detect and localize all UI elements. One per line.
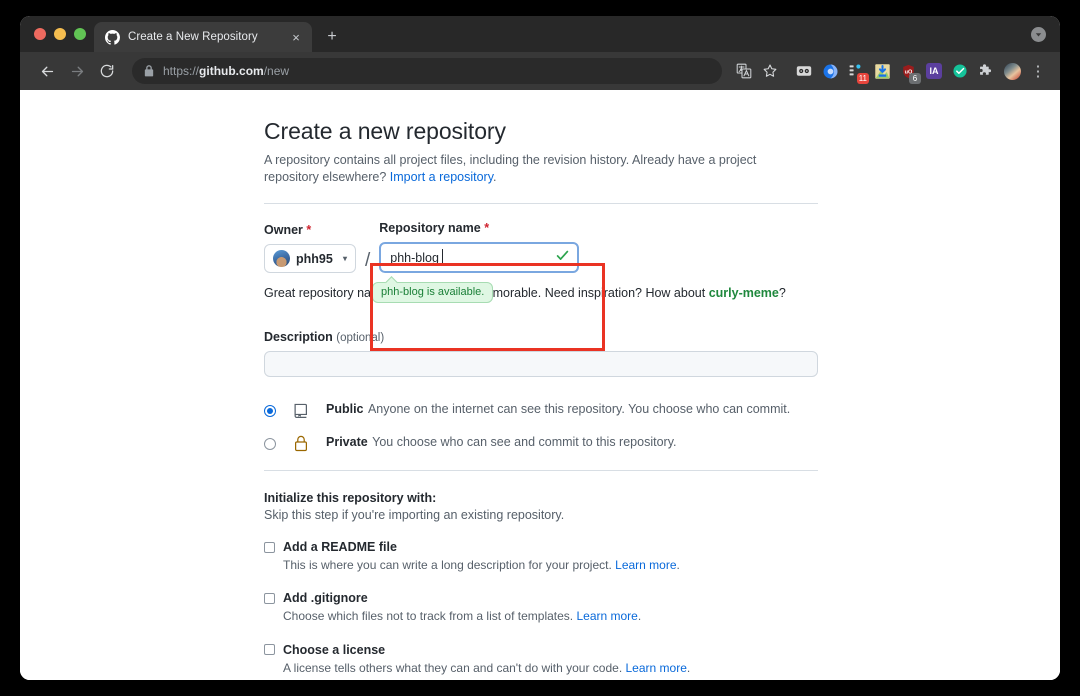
back-icon[interactable] [34,58,60,84]
repository-name-input[interactable] [379,242,579,273]
chevron-down-icon: ▾ [343,255,347,263]
divider-visibility [264,470,818,471]
learn-more-link[interactable]: Learn more [615,558,676,572]
initialize-heading: Initialize this repository with: [264,491,818,505]
maximize-window-button[interactable] [74,28,86,40]
radio-private[interactable] [264,438,276,450]
repository-name-field: Repository name * [379,221,818,273]
owner-repo-separator: / [356,251,379,273]
visibility-name: Private [326,435,368,449]
init-option-description: A license tells others what they can and… [283,660,818,676]
visibility-description: Anyone on the internet can see this repo… [368,402,790,416]
github-new-repo-page: Create a new repository A repository con… [20,90,1060,680]
optional-marker: (optional) [336,332,384,344]
owner-field: Owner * phh95 ▾ [264,223,356,273]
initialize-subheading: Skip this step if you're importing an ex… [264,508,818,522]
init-option-label: Add a README file [283,540,397,554]
avatar [273,250,290,267]
checkbox-license[interactable] [264,644,275,655]
repository-name-hint: Great repository names are short and mem… [264,286,818,300]
bookmark-star-icon[interactable] [758,59,782,83]
minimize-window-button[interactable] [54,28,66,40]
init-option-label: Choose a license [283,643,385,657]
profile-avatar-icon[interactable] [1000,59,1024,83]
init-option-readme[interactable]: Add a README file This is where you can … [264,540,818,573]
tab-strip: Create a New Repository × + [20,16,1060,52]
visibility-description: You choose who can see and commit to thi… [372,435,676,449]
form-container: Create a new repository A repository con… [264,118,818,680]
description-label: Description (optional) [264,330,818,344]
description-field: Description (optional) [264,330,818,377]
new-tab-button[interactable]: + [318,23,346,51]
availability-tooltip: phh-blog is available. [372,282,493,303]
extension-grammarly-icon[interactable] [948,59,972,83]
page-viewport: Create a new repository A repository con… [20,90,1060,680]
extensions-puzzle-icon[interactable] [974,59,998,83]
repo-book-icon [290,402,312,419]
init-option-license[interactable]: Choose a license A license tells others … [264,643,818,676]
browser-tab[interactable]: Create a New Repository × [94,22,312,52]
owner-name: phh95 [296,252,333,266]
init-option-label: Add .gitignore [283,591,368,605]
github-icon [105,30,120,45]
required-marker: * [484,221,489,235]
visibility-option-public[interactable]: Public Anyone on the internet can see th… [264,400,818,419]
repository-name-input-wrap [379,242,579,273]
window-traffic-lights [30,16,94,52]
initialize-section: Initialize this repository with: Skip th… [264,491,818,676]
browser-window: Create a New Repository × + [20,16,1060,680]
learn-more-link[interactable]: Learn more [576,609,637,623]
init-option-description: Choose which files not to track from a l… [283,608,818,624]
tab-title: Create a New Repository [128,31,280,43]
extension-badge-count: 6 [909,73,921,84]
ia-badge-label: IA [926,63,942,79]
learn-more-link[interactable]: Learn more [626,661,687,675]
owner-select[interactable]: phh95 ▾ [264,244,356,273]
address-bar[interactable]: https://github.com/new [132,58,722,84]
extension-tasks-icon[interactable]: 11 [844,59,868,83]
init-option-gitignore[interactable]: Add .gitignore Choose which files not to… [264,591,818,624]
checkbox-readme[interactable] [264,542,275,553]
toolbar-icons: 11 uO 6 IA [732,59,1050,83]
reload-icon[interactable] [94,58,120,84]
lock-icon [144,65,154,77]
forward-icon[interactable] [64,58,90,84]
visibility-option-private[interactable]: Private You choose who can see and commi… [264,433,818,452]
radio-public[interactable] [264,405,276,417]
page-title: Create a new repository [264,118,818,145]
text-cursor [442,249,443,265]
browser-toolbar: https://github.com/new [20,52,1060,90]
checkbox-gitignore[interactable] [264,593,275,604]
translate-icon[interactable] [732,59,756,83]
lock-closed-icon [290,435,312,452]
init-option-description: This is where you can write a long descr… [283,557,818,573]
required-marker: * [306,223,311,237]
extension-globe-icon[interactable] [818,59,842,83]
url-text: https://github.com/new [163,64,289,78]
extension-ublock-icon[interactable]: uO 6 [896,59,920,83]
extension-badge-count: 11 [857,73,869,84]
hint-text-part3: ? [779,286,786,300]
divider-top [264,203,818,204]
visibility-name: Public [326,402,364,416]
owner-repo-row: Owner * phh95 ▾ / Repository name * [264,221,818,273]
collapse-chevron-icon[interactable] [1031,27,1046,42]
suggested-name-link[interactable]: curly-meme [709,286,779,300]
close-icon[interactable]: × [288,29,304,45]
check-icon [555,248,570,268]
extension-download-icon[interactable] [870,59,894,83]
page-subtitle: A repository contains all project files,… [264,152,780,185]
hint-text-part2: orable. Need inspiration? How about [503,286,709,300]
import-repository-link[interactable]: Import a repository [390,170,493,184]
repository-name-label: Repository name * [379,221,818,235]
chrome-menu-icon[interactable]: ⋮ [1026,59,1050,83]
visibility-options: Public Anyone on the internet can see th… [264,400,818,452]
extension-ia-icon[interactable]: IA [922,59,946,83]
owner-label: Owner * [264,223,356,237]
description-input[interactable] [264,351,818,377]
close-window-button[interactable] [34,28,46,40]
extension-momentum-icon[interactable] [792,59,816,83]
